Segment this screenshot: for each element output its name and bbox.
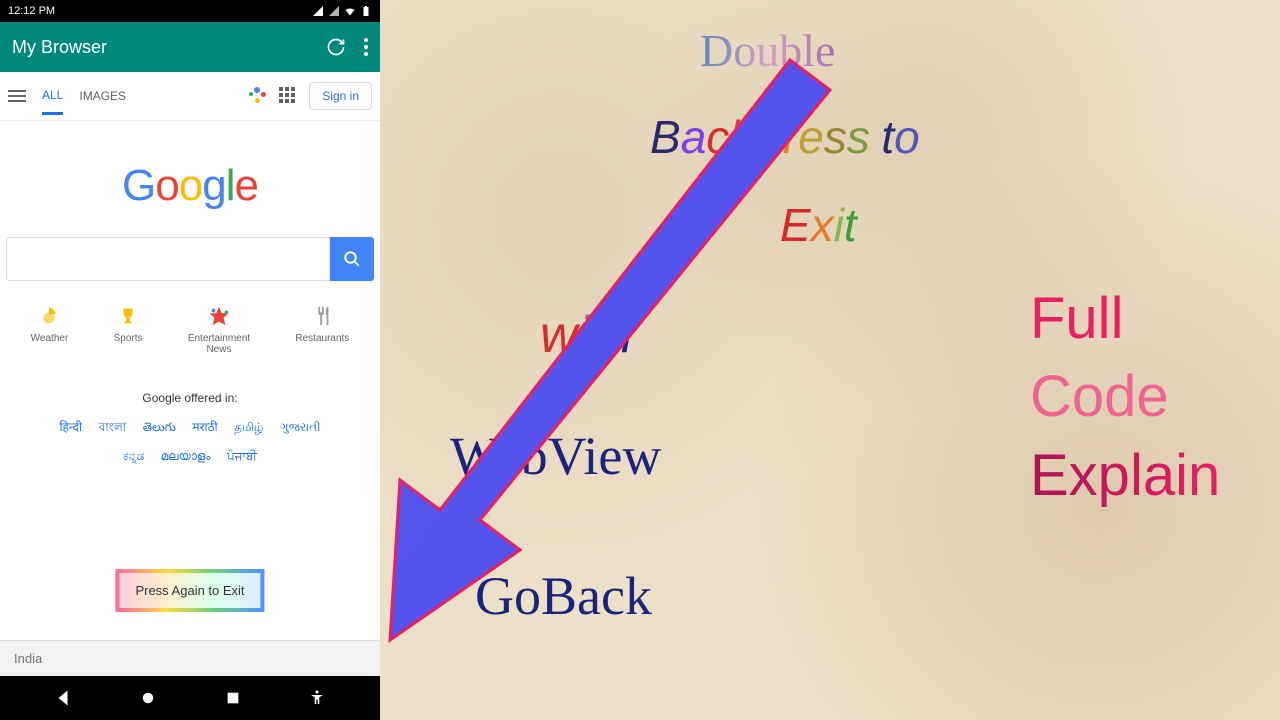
star-icon [208,305,230,327]
tab-images[interactable]: IMAGES [79,89,126,103]
hamburger-icon[interactable] [8,90,26,102]
webview-content: ALL IMAGES Sign in Google [0,72,380,676]
lang-link[interactable]: বাংলা [99,417,127,439]
quick-sports[interactable]: Sports [114,305,143,355]
lang-link[interactable]: ಕನ್ನಡ [123,446,144,468]
android-nav-bar [0,676,380,720]
headline-line: Code [1030,358,1220,436]
google-top-bar: ALL IMAGES Sign in [0,72,380,121]
search-icon [343,250,361,268]
thumbnail-background: Double BackPress to Exit with WebView Go… [380,0,1280,720]
lang-link[interactable]: ગુજરાતી [280,417,321,439]
signin-button[interactable]: Sign in [309,82,372,110]
wifi-icon [344,5,356,17]
lang-link[interactable]: मराठी [192,417,217,439]
sim-icon [312,5,324,17]
nav-accessibility-icon[interactable] [308,689,326,707]
google-logo: Google [0,161,380,211]
lang-link[interactable]: हिन्दी [59,417,82,439]
headline-double: Double [700,24,835,77]
logo-letter: g [202,161,225,210]
quick-label: Weather [31,333,69,344]
headline-line: Explain [1030,437,1220,515]
quick-label: Restaurants [295,333,349,344]
apps-grid-icon[interactable] [279,87,297,105]
search-input[interactable] [6,237,330,281]
quick-entertainment[interactable]: Entertainment News [188,305,250,355]
status-bar: 12:12 PM [0,0,380,22]
phone-screenshot: 12:12 PM My Browser ALL IMAGES [0,0,380,720]
language-links: हिन्दी বাংলা తెలుగు मराठी தமிழ் ગુજરાતી … [12,413,368,471]
overflow-menu-icon[interactable] [364,38,368,56]
refresh-icon[interactable] [326,37,346,57]
search-row [6,237,374,281]
footer-country: India [0,640,380,676]
headline-webview: WebView [450,425,661,487]
headline-with: with [540,305,633,365]
assistant-icon[interactable] [249,87,267,105]
lang-link[interactable]: ਪੰਜਾਬੀ [227,446,257,468]
lang-link[interactable]: తెలుగు [143,417,176,439]
restaurant-icon [311,305,333,327]
status-icons [312,5,372,17]
logo-letter: o [155,161,178,210]
status-time: 12:12 PM [8,5,55,17]
headline-backpress: BackPress to [650,110,920,164]
logo-letter: G [122,161,155,210]
lang-link[interactable]: தமிழ் [234,417,263,439]
tab-all[interactable]: ALL [42,88,63,115]
headline-line: Full [1030,280,1220,358]
headline-goback: GoBack [475,565,652,627]
quick-label: Entertainment News [188,333,250,355]
quick-links: Weather Sports Entertainment News Restau… [0,295,380,371]
quick-restaurants[interactable]: Restaurants [295,305,349,355]
nav-back-icon[interactable] [54,689,72,707]
lang-link[interactable]: മലയാളം [161,446,211,468]
battery-icon [360,5,372,17]
trophy-icon [117,305,139,327]
logo-letter: e [234,161,257,210]
signal-icon [328,5,340,17]
nav-recent-icon[interactable] [225,690,241,706]
quick-label: Sports [114,333,143,344]
app-title: My Browser [12,37,107,58]
headline-fullcode: Full Code Explain [1030,280,1220,515]
logo-letter: o [179,161,202,210]
quick-weather[interactable]: Weather [31,305,69,355]
nav-home-icon[interactable] [139,689,157,707]
exit-toast: Press Again to Exit [115,569,264,612]
weather-icon [38,305,60,327]
offered-in-label: Google offered in: [0,391,380,405]
headline-exit: Exit [780,198,857,252]
app-bar: My Browser [0,22,380,72]
search-button[interactable] [330,237,374,281]
